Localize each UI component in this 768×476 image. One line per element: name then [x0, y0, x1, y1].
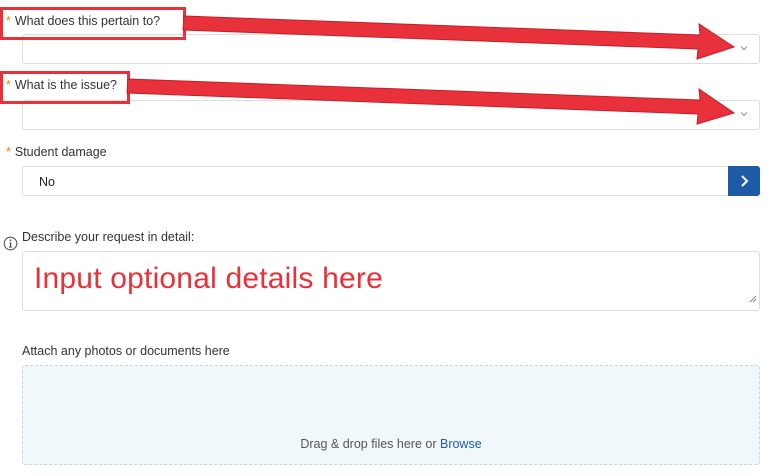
annotation-arrow-2	[126, 78, 736, 125]
annotation-arrow-1	[182, 15, 736, 60]
annotation-arrows	[126, 15, 736, 125]
